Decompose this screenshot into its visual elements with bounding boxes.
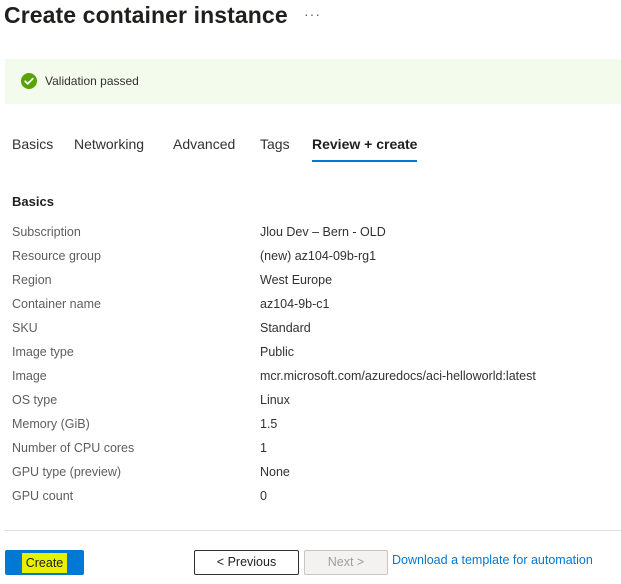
summary-value: 1.5: [260, 417, 278, 431]
summary-key: Number of CPU cores: [12, 441, 135, 455]
summary-value: Linux: [260, 393, 290, 407]
tab-basics[interactable]: Basics: [12, 136, 53, 162]
create-button-label: Create: [21, 553, 68, 573]
summary-key: Memory (GiB): [12, 417, 90, 431]
summary-value: 0: [260, 489, 267, 503]
summary-key: Image type: [12, 345, 74, 359]
summary-row-gpu-count: GPU count 0: [12, 488, 612, 512]
tab-label: Networking: [74, 136, 145, 152]
section-title-basics: Basics: [12, 194, 54, 209]
summary-row-memory: Memory (GiB) 1.5: [12, 416, 612, 440]
validation-banner: Validation passed: [5, 59, 621, 104]
summary-row-image: Image mcr.microsoft.com/azuredocs/aci-he…: [12, 368, 612, 392]
summary-row-subscription: Subscription Jlou Dev – Bern - OLD: [12, 224, 612, 248]
summary-key: Subscription: [12, 225, 81, 239]
summary-key: GPU count: [12, 489, 74, 503]
summary-key: GPU type (preview): [12, 465, 122, 479]
summary-key: OS type: [12, 393, 58, 407]
check-circle-icon: [21, 73, 37, 89]
summary-value: (new) az104-09b-rg1: [260, 249, 377, 263]
summary-value: 1: [260, 441, 267, 455]
validation-message: Validation passed: [45, 74, 139, 88]
tab-review-create[interactable]: Review + create: [312, 136, 418, 162]
summary-key: Image: [12, 369, 47, 383]
create-container-instance-page: Create container instance ··· Validation…: [0, 0, 621, 584]
summary-row-image-type: Image type Public: [12, 344, 612, 368]
summary-row-cpu-cores: Number of CPU cores 1: [12, 440, 612, 464]
summary-row-region: Region West Europe: [12, 272, 612, 296]
summary-value: None: [260, 465, 290, 479]
summary-row-sku: SKU Standard: [12, 320, 612, 344]
summary-key: Region: [12, 273, 52, 287]
tab-label: Tags: [260, 136, 290, 152]
tab-networking[interactable]: Networking: [74, 136, 144, 162]
download-template-link[interactable]: Download a template for automation: [392, 553, 593, 567]
create-button[interactable]: Create: [5, 550, 84, 575]
footer-divider: [4, 530, 621, 531]
summary-row-container-name: Container name az104-9b-c1: [12, 296, 612, 320]
next-button[interactable]: Next >: [304, 550, 388, 575]
summary-row-os-type: OS type Linux: [12, 392, 612, 416]
more-options-icon[interactable]: ···: [304, 6, 321, 22]
tab-label: Advanced: [173, 136, 236, 152]
summary-value: az104-9b-c1: [260, 297, 330, 311]
summary-row-resource-group: Resource group (new) az104-09b-rg1: [12, 248, 612, 272]
summary-key: SKU: [12, 321, 38, 335]
summary-value: West Europe: [260, 273, 333, 287]
summary-value: Jlou Dev – Bern - OLD: [260, 225, 386, 239]
tab-tags[interactable]: Tags: [260, 136, 290, 162]
previous-button[interactable]: < Previous: [194, 550, 299, 575]
summary-value: mcr.microsoft.com/azuredocs/aci-hellowor…: [260, 369, 536, 383]
tab-advanced[interactable]: Advanced: [173, 136, 235, 162]
summary-key: Resource group: [12, 249, 101, 263]
summary-value: Standard: [260, 321, 311, 335]
summary-list: Subscription Jlou Dev – Bern - OLD Resou…: [12, 224, 612, 512]
tab-label: Review + create: [312, 136, 418, 152]
tab-label: Basics: [12, 136, 54, 152]
page-title: Create container instance: [4, 2, 288, 28]
summary-value: Public: [260, 345, 295, 359]
active-tab-underline: [312, 160, 418, 162]
summary-key: Container name: [12, 297, 101, 311]
summary-row-gpu-type: GPU type (preview) None: [12, 464, 612, 488]
